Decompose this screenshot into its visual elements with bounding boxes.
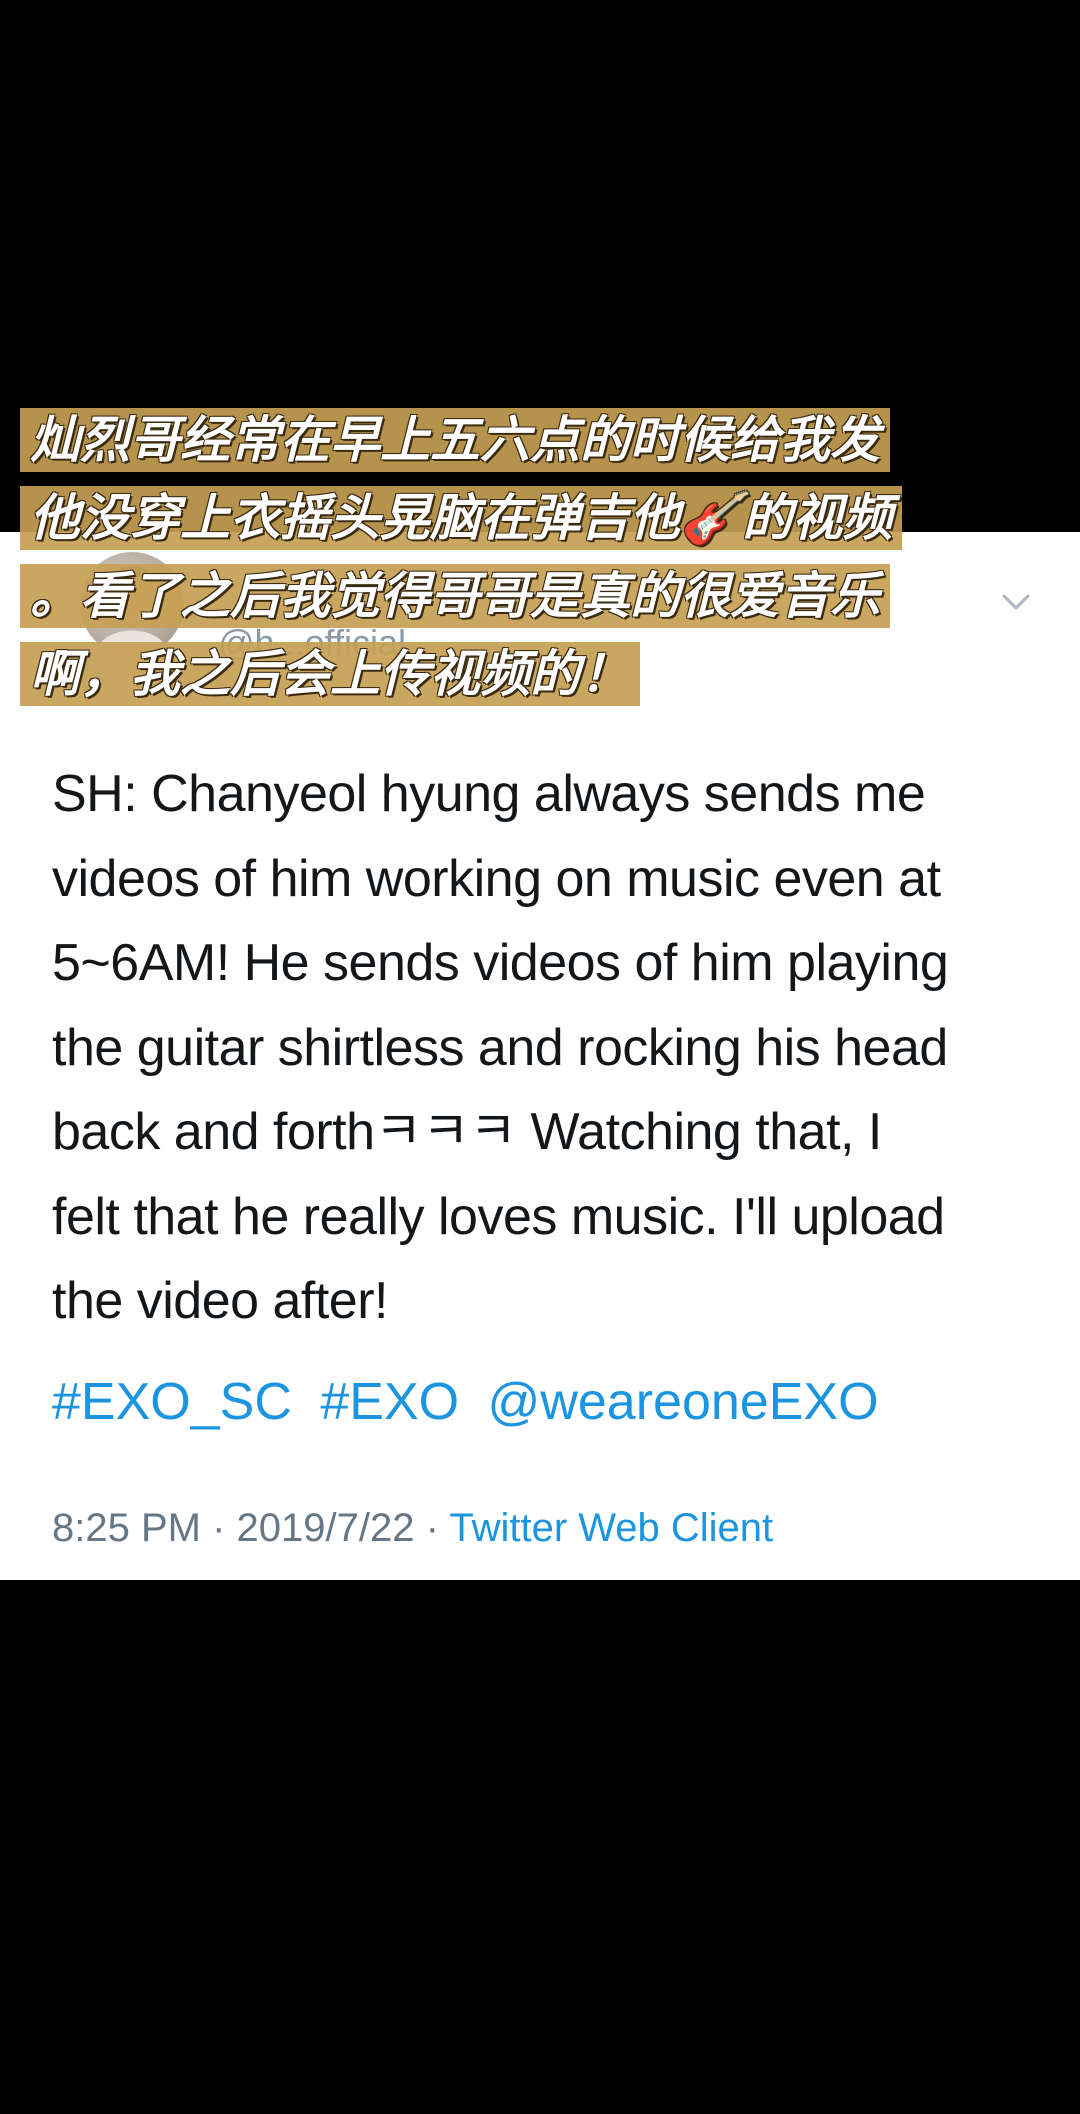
tweet-text-line: felt that he really loves music. I'll up… [52,1187,945,1246]
tweet-text-line: 5~6AM! He sends videos of him playing [52,934,949,992]
caption-line: 啊，我之后会上传视频的！ [20,642,640,706]
tweet-meta: 8:25 PM · 2019/7/22 · Twitter Web Client [52,1506,773,1551]
meta-separator: · [212,1506,226,1550]
tweet-text-line: videos of him working on music even at [52,849,941,908]
meta-separator: · [425,1506,439,1550]
chevron-down-icon[interactable] [998,584,1034,620]
tweet-time[interactable]: 8:25 PM [52,1506,201,1550]
tweet-text-line: SH: Chanyeol hyung always sends me [52,765,926,823]
hashtag-exo[interactable]: #EXO [320,1373,459,1431]
caption-line: 灿烈哥经常在早上五六点的时候给我发 [20,408,890,472]
hashtag-exo-sc[interactable]: #EXO_SC [52,1373,292,1431]
tweet-tags: #EXO_SC #EXO @weareoneEXO [52,1372,893,1432]
tweet-client-link[interactable]: Twitter Web Client [449,1506,773,1550]
caption-line: 他没穿上衣摇头晃脑在弹吉他🎸的视频 [20,486,903,550]
caption-line: 。看了之后我觉得哥哥是真的很爱音乐 [20,564,890,628]
tweet-date[interactable]: 2019/7/22 [237,1506,415,1550]
tweet-text-line: the video after! [52,1272,389,1330]
tweet-text-line: the guitar shirtless and rocking his hea… [52,1018,948,1077]
tweet-text-line: back and forthㅋㅋㅋ Watching that, I [52,1103,882,1161]
mention-weareoneexo[interactable]: @weareoneEXO [488,1373,879,1431]
tweet-text: SH: Chanyeol hyung always sends me video… [52,752,1052,1344]
